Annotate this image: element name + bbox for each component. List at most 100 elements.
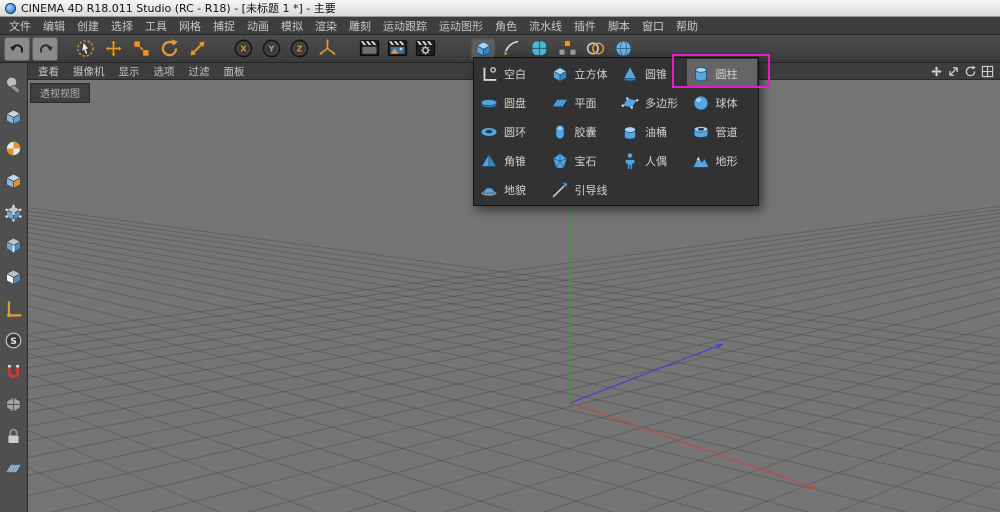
live-selection-icon[interactable] xyxy=(72,37,98,61)
menubar-item[interactable]: 脚本 xyxy=(602,17,636,34)
primitive-item-relief[interactable]: 地貌 xyxy=(475,175,546,204)
quantize-icon[interactable] xyxy=(2,393,25,416)
render-picture-viewer-icon[interactable] xyxy=(384,37,410,61)
menubar-item[interactable]: 捕捉 xyxy=(207,17,241,34)
primitive-item-label: 圆盘 xyxy=(504,95,526,111)
primitive-item-guide[interactable]: 引导线 xyxy=(546,175,617,204)
primitive-item-gem[interactable]: 宝石 xyxy=(546,146,617,175)
app-logo-icon xyxy=(5,3,16,14)
move-tool-icon[interactable] xyxy=(100,37,126,61)
primitive-item-null[interactable]: 空白 xyxy=(475,59,546,88)
y-axis-lock-icon[interactable]: Y xyxy=(258,37,284,61)
plane-icon xyxy=(549,92,571,114)
primitive-item-cube[interactable]: 立方体 xyxy=(546,59,617,88)
oiltank-icon xyxy=(619,121,641,143)
cinema4d-window: CINEMA 4D R18.011 Studio (RC - R18) - [未… xyxy=(0,0,1000,512)
primitive-item-label: 多边形 xyxy=(645,95,678,111)
menubar-item[interactable]: 流水线 xyxy=(523,17,568,34)
dolly-view-icon[interactable] xyxy=(947,65,960,78)
primitive-item-label: 圆锥 xyxy=(645,66,667,82)
menubar-item[interactable]: 运动图形 xyxy=(433,17,489,34)
primitive-item-label: 空白 xyxy=(504,66,526,82)
menubar-item[interactable]: 编辑 xyxy=(37,17,71,34)
enable-snap-icon[interactable] xyxy=(2,361,25,384)
svg-text:Y: Y xyxy=(267,44,275,54)
coordinate-system-icon[interactable] xyxy=(314,37,340,61)
viewport-menu-item[interactable]: 摄像机 xyxy=(66,64,112,79)
undo-icon[interactable] xyxy=(4,37,30,61)
primitive-item-label: 圆环 xyxy=(504,124,526,140)
viewport-menu-item[interactable]: 选项 xyxy=(147,64,182,79)
mode-toolbar: S xyxy=(0,63,28,512)
viewport-menu-item[interactable]: 过滤 xyxy=(182,64,217,79)
relief-icon xyxy=(478,179,500,201)
z-axis-lock-icon[interactable]: Z xyxy=(286,37,312,61)
menubar-item[interactable]: 模拟 xyxy=(275,17,309,34)
rotate-tool-icon[interactable] xyxy=(156,37,182,61)
menubar-item[interactable]: 渲染 xyxy=(309,17,343,34)
primitive-item-label: 角锥 xyxy=(504,153,526,169)
render-settings-icon[interactable] xyxy=(412,37,438,61)
pyramid-icon xyxy=(478,150,500,172)
viewport-label: 透视视图 xyxy=(30,83,90,103)
cone-icon xyxy=(619,63,641,85)
primitive-item-label: 立方体 xyxy=(575,66,608,82)
viewport-menu-item[interactable]: 显示 xyxy=(112,64,147,79)
rotate-view-icon[interactable] xyxy=(964,65,977,78)
render-view-icon[interactable] xyxy=(356,37,382,61)
layout-toggle-icon[interactable] xyxy=(981,65,994,78)
menubar-item[interactable]: 网格 xyxy=(173,17,207,34)
main-menubar: 文件编辑创建选择工具网格捕捉动画模拟渲染雕刻运动跟踪运动图形角色流水线插件脚本窗… xyxy=(0,17,1000,35)
primitive-item-sphere[interactable]: 球体 xyxy=(687,88,758,117)
primitive-item-oiltank[interactable]: 油桶 xyxy=(616,117,687,146)
primitive-item-polygon[interactable]: 多边形 xyxy=(616,88,687,117)
points-mode-icon[interactable] xyxy=(2,201,25,224)
primitive-item-label: 地貌 xyxy=(504,182,526,198)
menubar-item[interactable]: 文件 xyxy=(3,17,37,34)
menubar-item[interactable]: 插件 xyxy=(568,17,602,34)
primitive-item-disc[interactable]: 圆盘 xyxy=(475,88,546,117)
menubar-item[interactable]: 创建 xyxy=(71,17,105,34)
svg-text:S: S xyxy=(10,337,17,347)
null-icon xyxy=(478,63,500,85)
primitive-item-torus[interactable]: 圆环 xyxy=(475,117,546,146)
polygons-mode-icon[interactable] xyxy=(2,265,25,288)
primitive-item-plane[interactable]: 平面 xyxy=(546,88,617,117)
cube-icon xyxy=(549,63,571,85)
menubar-item[interactable]: 窗口 xyxy=(636,17,670,34)
texture-mode-icon[interactable] xyxy=(2,137,25,160)
menubar-item[interactable]: 运动跟踪 xyxy=(377,17,433,34)
primitive-item-landscape[interactable]: 地形 xyxy=(687,146,758,175)
lock-workplane-icon[interactable] xyxy=(2,425,25,448)
model-mode-icon[interactable] xyxy=(2,105,25,128)
viewport-menu-item[interactable]: 面板 xyxy=(217,64,252,79)
pan-view-icon[interactable] xyxy=(930,65,943,78)
menubar-item[interactable]: 帮助 xyxy=(670,17,704,34)
svg-text:X: X xyxy=(240,44,247,54)
menubar-item[interactable]: 选择 xyxy=(105,17,139,34)
workplane-mode-icon[interactable] xyxy=(2,169,25,192)
primitive-item-tube[interactable]: 管道 xyxy=(687,117,758,146)
planar-workplane-icon[interactable] xyxy=(2,457,25,480)
viewport-menu-item[interactable]: 查看 xyxy=(31,64,66,79)
menubar-item[interactable]: 角色 xyxy=(489,17,523,34)
primitive-item-label: 球体 xyxy=(716,95,738,111)
recent-tool-icon[interactable] xyxy=(184,37,210,61)
primitive-item-pyramid[interactable]: 角锥 xyxy=(475,146,546,175)
enable-axis-icon[interactable] xyxy=(2,297,25,320)
primitive-item-capsule[interactable]: 胶囊 xyxy=(546,117,617,146)
viewport-solo-icon[interactable]: S xyxy=(2,329,25,352)
primitive-item-figure[interactable]: 人偶 xyxy=(616,146,687,175)
edges-mode-icon[interactable] xyxy=(2,233,25,256)
x-axis-lock-icon[interactable]: X xyxy=(230,37,256,61)
primitive-item-label: 胶囊 xyxy=(575,124,597,140)
redo-icon[interactable] xyxy=(32,37,58,61)
menubar-item[interactable]: 雕刻 xyxy=(343,17,377,34)
svg-text:Z: Z xyxy=(296,44,302,54)
menubar-item[interactable]: 工具 xyxy=(139,17,173,34)
make-editable-icon[interactable] xyxy=(2,73,25,96)
menubar-item[interactable]: 动画 xyxy=(241,17,275,34)
gem-icon xyxy=(549,150,571,172)
primitive-item-label: 引导线 xyxy=(575,182,608,198)
scale-tool-icon[interactable] xyxy=(128,37,154,61)
